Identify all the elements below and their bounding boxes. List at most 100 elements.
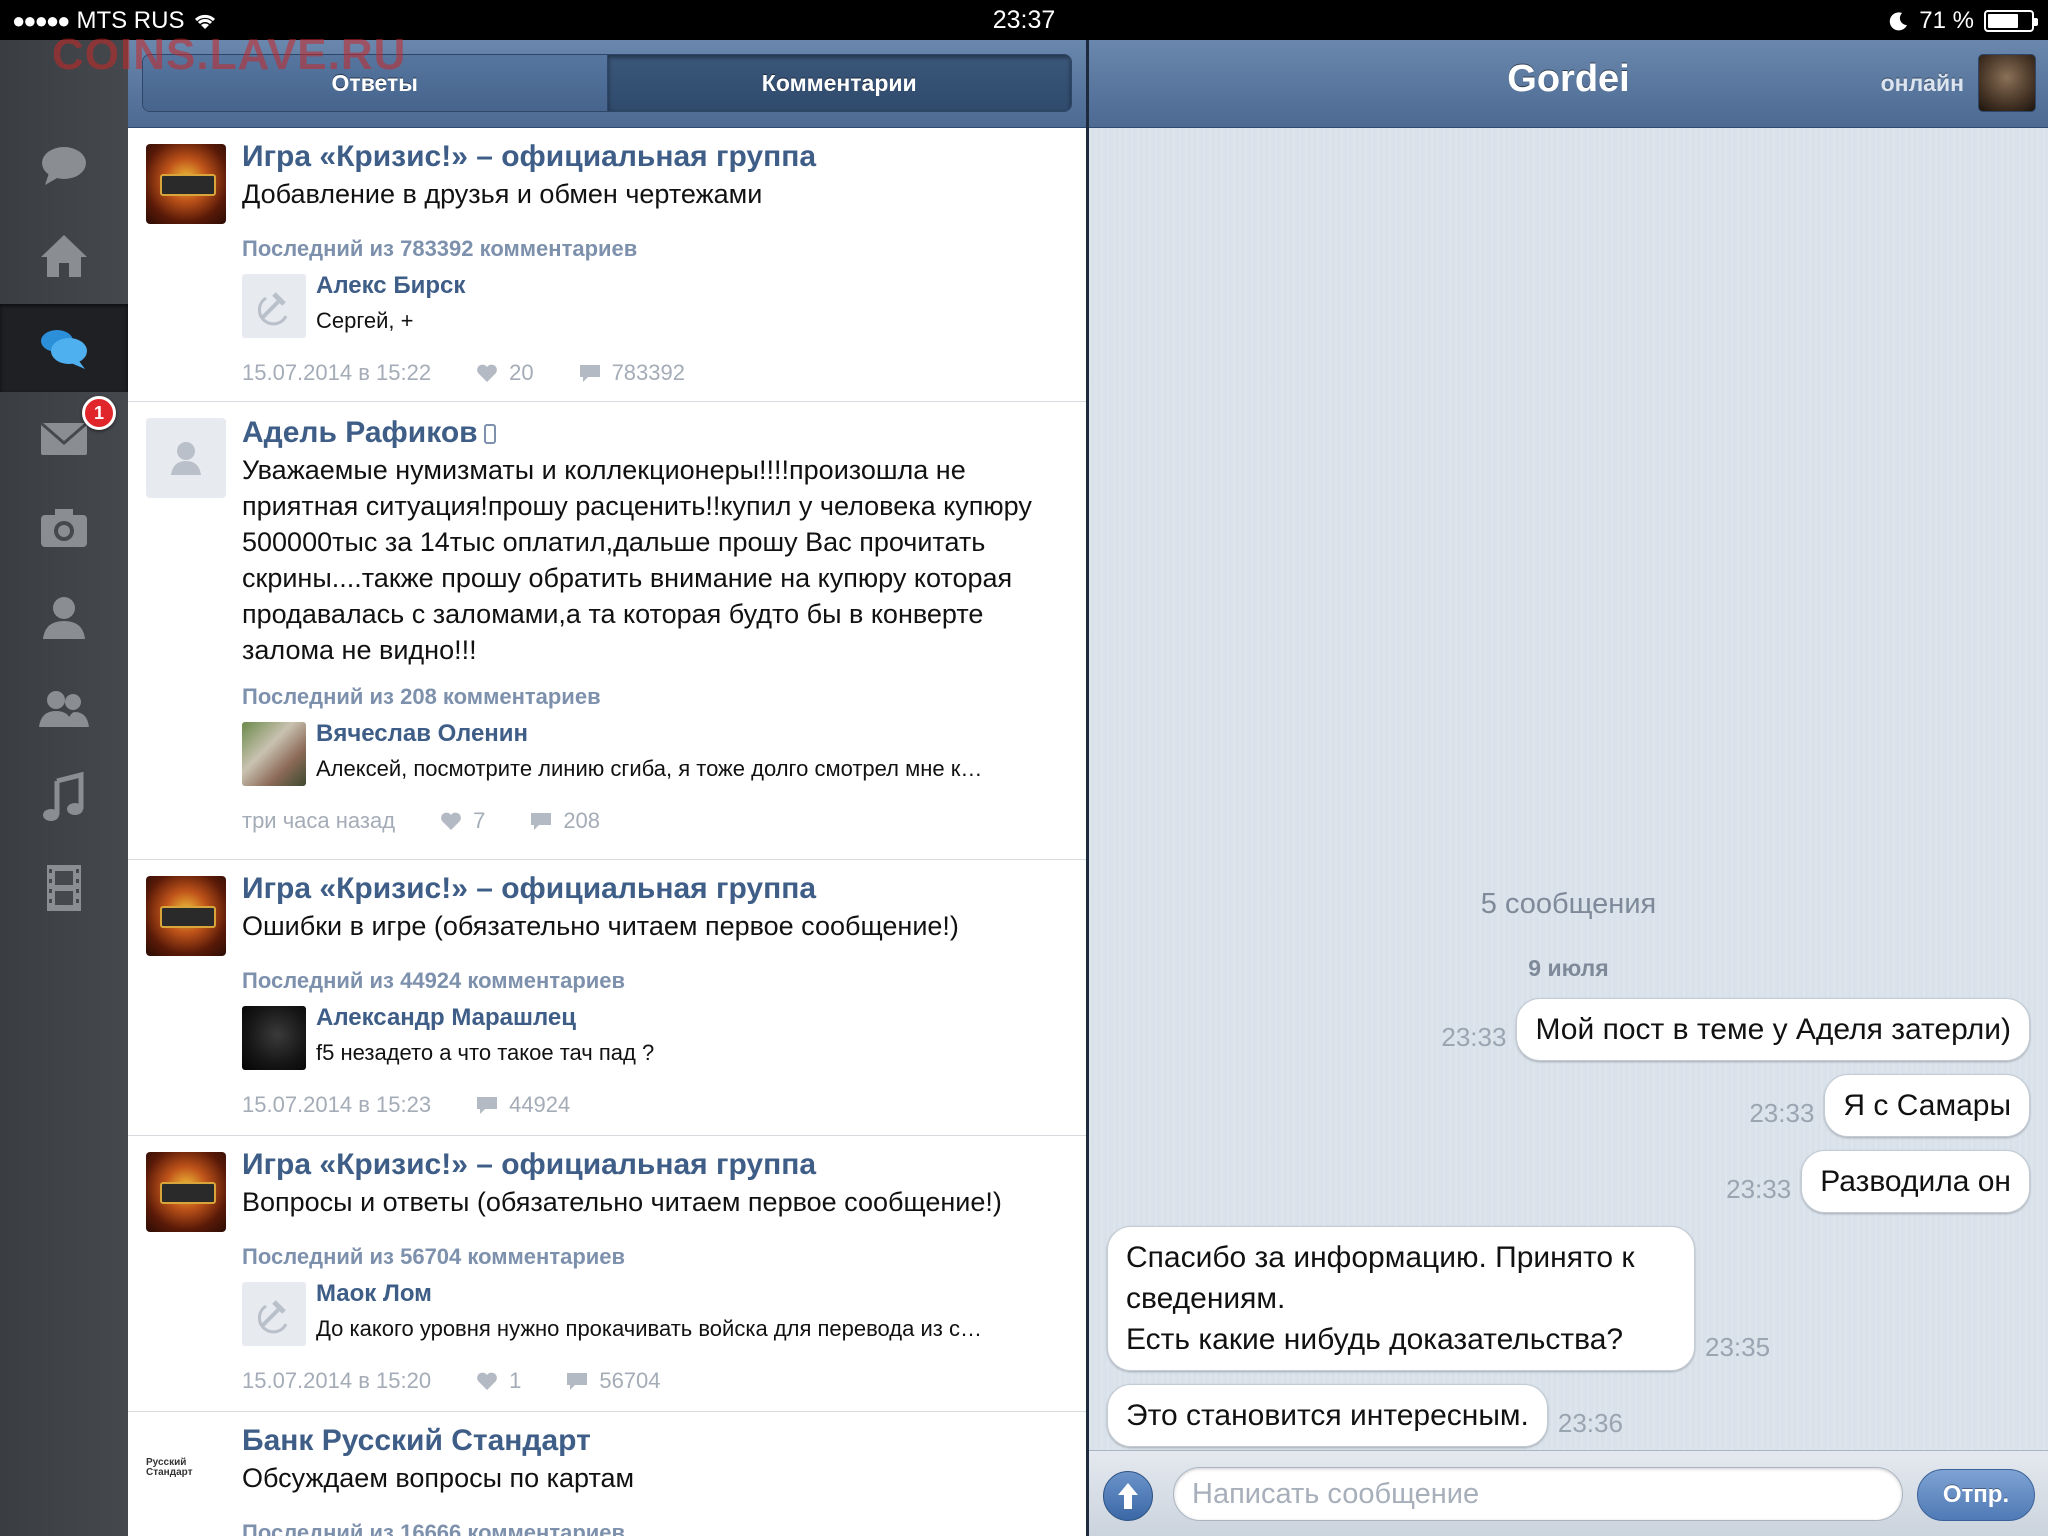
comment-icon[interactable]	[565, 1369, 589, 1393]
message-time: 23:33	[1749, 1098, 1815, 1128]
camera-icon	[41, 509, 87, 547]
message-time: 23:33	[1441, 1022, 1507, 1052]
message-composer: Отпр.	[1089, 1450, 2048, 1536]
discussions-icon	[41, 330, 87, 369]
commenter-avatar[interactable]	[242, 1282, 306, 1346]
attach-button[interactable]	[1103, 1471, 1153, 1521]
comment-text: f5 незадето а что такое тач пад ?	[316, 1040, 655, 1065]
message-bubble[interactable]: Это становится интересным.	[1107, 1384, 1548, 1447]
post-title[interactable]: Адель Рафиков	[242, 416, 496, 450]
message-time: 23:35	[1705, 1332, 1771, 1362]
comment-count: 783392	[611, 360, 685, 385]
status-right: 71 %	[1889, 7, 2038, 35]
nav-friends-icon[interactable]	[0, 664, 128, 752]
last-comment-label: Последний из 208 комментариев	[242, 684, 601, 709]
message-outgoing[interactable]: 23:33 Я с Самары	[1749, 1074, 2030, 1137]
commenter-avatar[interactable]	[242, 722, 306, 786]
last-comment-label: Последний из 16666 комментариев	[242, 1520, 626, 1536]
post-date: 15.07.2014 в 15:23	[242, 1092, 432, 1117]
message-bubble[interactable]: Мой пост в теме у Аделя затерли)	[1516, 998, 2030, 1061]
heart-icon[interactable]	[439, 809, 463, 833]
tab-comments[interactable]: Комментарии	[607, 55, 1071, 111]
mobile-icon	[483, 424, 496, 445]
comment-icon[interactable]	[529, 809, 553, 833]
nav-discussions-icon[interactable]	[0, 304, 128, 392]
battery-level	[1988, 14, 2018, 28]
post-text: Обсуждаем вопросы по картам	[242, 1463, 635, 1493]
nav-mail-icon[interactable]: 1	[0, 394, 128, 482]
nav-camera-icon[interactable]	[0, 484, 128, 572]
feed-post[interactable]: Игра «Кризис!» – официальная группа Вопр…	[128, 1136, 1086, 1412]
default-user-icon	[171, 442, 201, 475]
nav-music-icon[interactable]	[0, 754, 128, 842]
commenter-avatar[interactable]	[242, 274, 306, 338]
message-input[interactable]	[1173, 1467, 1903, 1521]
hammer-sickle-icon	[257, 292, 288, 326]
comment-icon[interactable]	[475, 1093, 499, 1117]
person-icon	[43, 597, 85, 639]
moon-icon	[1890, 12, 1908, 31]
nav-sidebar: 1	[0, 40, 128, 1536]
chat-messages[interactable]: 5 сообщения 9 июля 23:33 Мой пост в теме…	[1089, 128, 2048, 1450]
message-incoming[interactable]: Спасибо за информацию. Принято к сведени…	[1107, 1226, 1770, 1371]
post-title[interactable]: Банк Русский Стандарт	[242, 1424, 591, 1458]
last-comment-label: Последний из 44924 комментариев	[242, 968, 626, 993]
feed-post[interactable]: Русский Стандарт Банк Русский Стандарт О…	[128, 1412, 1086, 1536]
comment-text: Алексей, посмотрите линию сгиба, я тоже …	[316, 756, 983, 781]
group-avatar[interactable]	[146, 876, 226, 956]
commenter-name[interactable]: Алекс Бирск	[316, 272, 465, 300]
nav-video-icon[interactable]	[0, 844, 128, 932]
commenter-avatar[interactable]	[242, 1006, 306, 1070]
post-text: Вопросы и ответы (обязательно читаем пер…	[242, 1187, 1002, 1217]
date-separator: 9 июля	[1528, 955, 1609, 981]
video-icon	[47, 865, 81, 911]
feed-post[interactable]: Игра «Кризис!» – официальная группа Ошиб…	[128, 860, 1086, 1136]
group-avatar[interactable]	[146, 1152, 226, 1232]
battery-percent: 71 %	[1919, 7, 1974, 34]
post-author[interactable]: Адель Рафиков	[242, 416, 478, 449]
post-text: Ошибки в игре (обязательно читаем первое…	[242, 911, 959, 941]
comment-icon[interactable]	[578, 361, 602, 385]
group-avatar[interactable]	[146, 144, 226, 224]
message-outgoing[interactable]: 23:33 Мой пост в теме у Аделя затерли)	[1441, 998, 2030, 1061]
nav-chat-bubble-icon[interactable]	[0, 122, 128, 210]
comment-count: 208	[563, 808, 601, 833]
comment-text: Сергей, +	[316, 308, 414, 333]
message-count[interactable]: 5 сообщения	[1089, 888, 2048, 921]
comment-text: До какого уровня нужно прокачивать войск…	[316, 1316, 982, 1341]
message-outgoing[interactable]: 23:33 Разводила он	[1726, 1150, 2030, 1213]
post-meta: 15.07.2014 в 15:23 44924	[242, 1092, 570, 1118]
commenter-name[interactable]: Маок Лом	[316, 1280, 432, 1308]
message-bubble[interactable]: Разводила он	[1801, 1150, 2030, 1213]
last-comment-label: Последний из 56704 комментариев	[242, 1244, 626, 1269]
feed-post[interactable]: Игра «Кризис!» – официальная группа Доба…	[128, 128, 1086, 402]
post-meta: три часа назад 7 208	[242, 808, 600, 834]
post-text: Уважаемые нумизматы и коллекционеры!!!!п…	[242, 455, 1032, 665]
post-title[interactable]: Игра «Кризис!» – официальная группа	[242, 1148, 816, 1182]
post-title[interactable]: Игра «Кризис!» – официальная группа	[242, 872, 816, 906]
contact-avatar[interactable]	[1978, 54, 2036, 112]
message-bubble[interactable]: Спасибо за информацию. Принято к сведени…	[1107, 1226, 1695, 1371]
commenter-name[interactable]: Александр Марашлец	[316, 1004, 576, 1032]
online-status: онлайн	[1880, 70, 1964, 96]
comment-count: 56704	[599, 1368, 661, 1393]
nav-person-icon[interactable]	[0, 574, 128, 662]
send-button[interactable]: Отпр.	[1917, 1469, 2035, 1521]
feed-post[interactable]: Адель Рафиков Уважаемые нумизматы и колл…	[128, 402, 1086, 860]
bank-logo[interactable]: Русский Стандарт	[146, 1428, 226, 1508]
friends-icon	[39, 691, 89, 727]
heart-icon[interactable]	[475, 1369, 499, 1393]
arrow-up-icon	[1118, 1483, 1138, 1509]
post-title[interactable]: Игра «Кризис!» – официальная группа	[242, 140, 816, 174]
heart-icon[interactable]	[475, 361, 499, 385]
message-time: 23:33	[1726, 1174, 1792, 1204]
chat-header: Gordei онлайн	[1089, 40, 2048, 128]
commenter-name[interactable]: Вячеслав Оленин	[316, 720, 528, 748]
user-avatar[interactable]	[146, 418, 226, 498]
message-bubble[interactable]: Я с Самары	[1824, 1074, 2030, 1137]
nav-home-icon[interactable]	[0, 212, 128, 300]
message-incoming[interactable]: Это становится интересным. 23:36	[1107, 1384, 1623, 1447]
chat-bubble-icon	[42, 147, 86, 185]
like-count: 7	[473, 808, 486, 833]
mail-badge: 1	[82, 396, 116, 430]
